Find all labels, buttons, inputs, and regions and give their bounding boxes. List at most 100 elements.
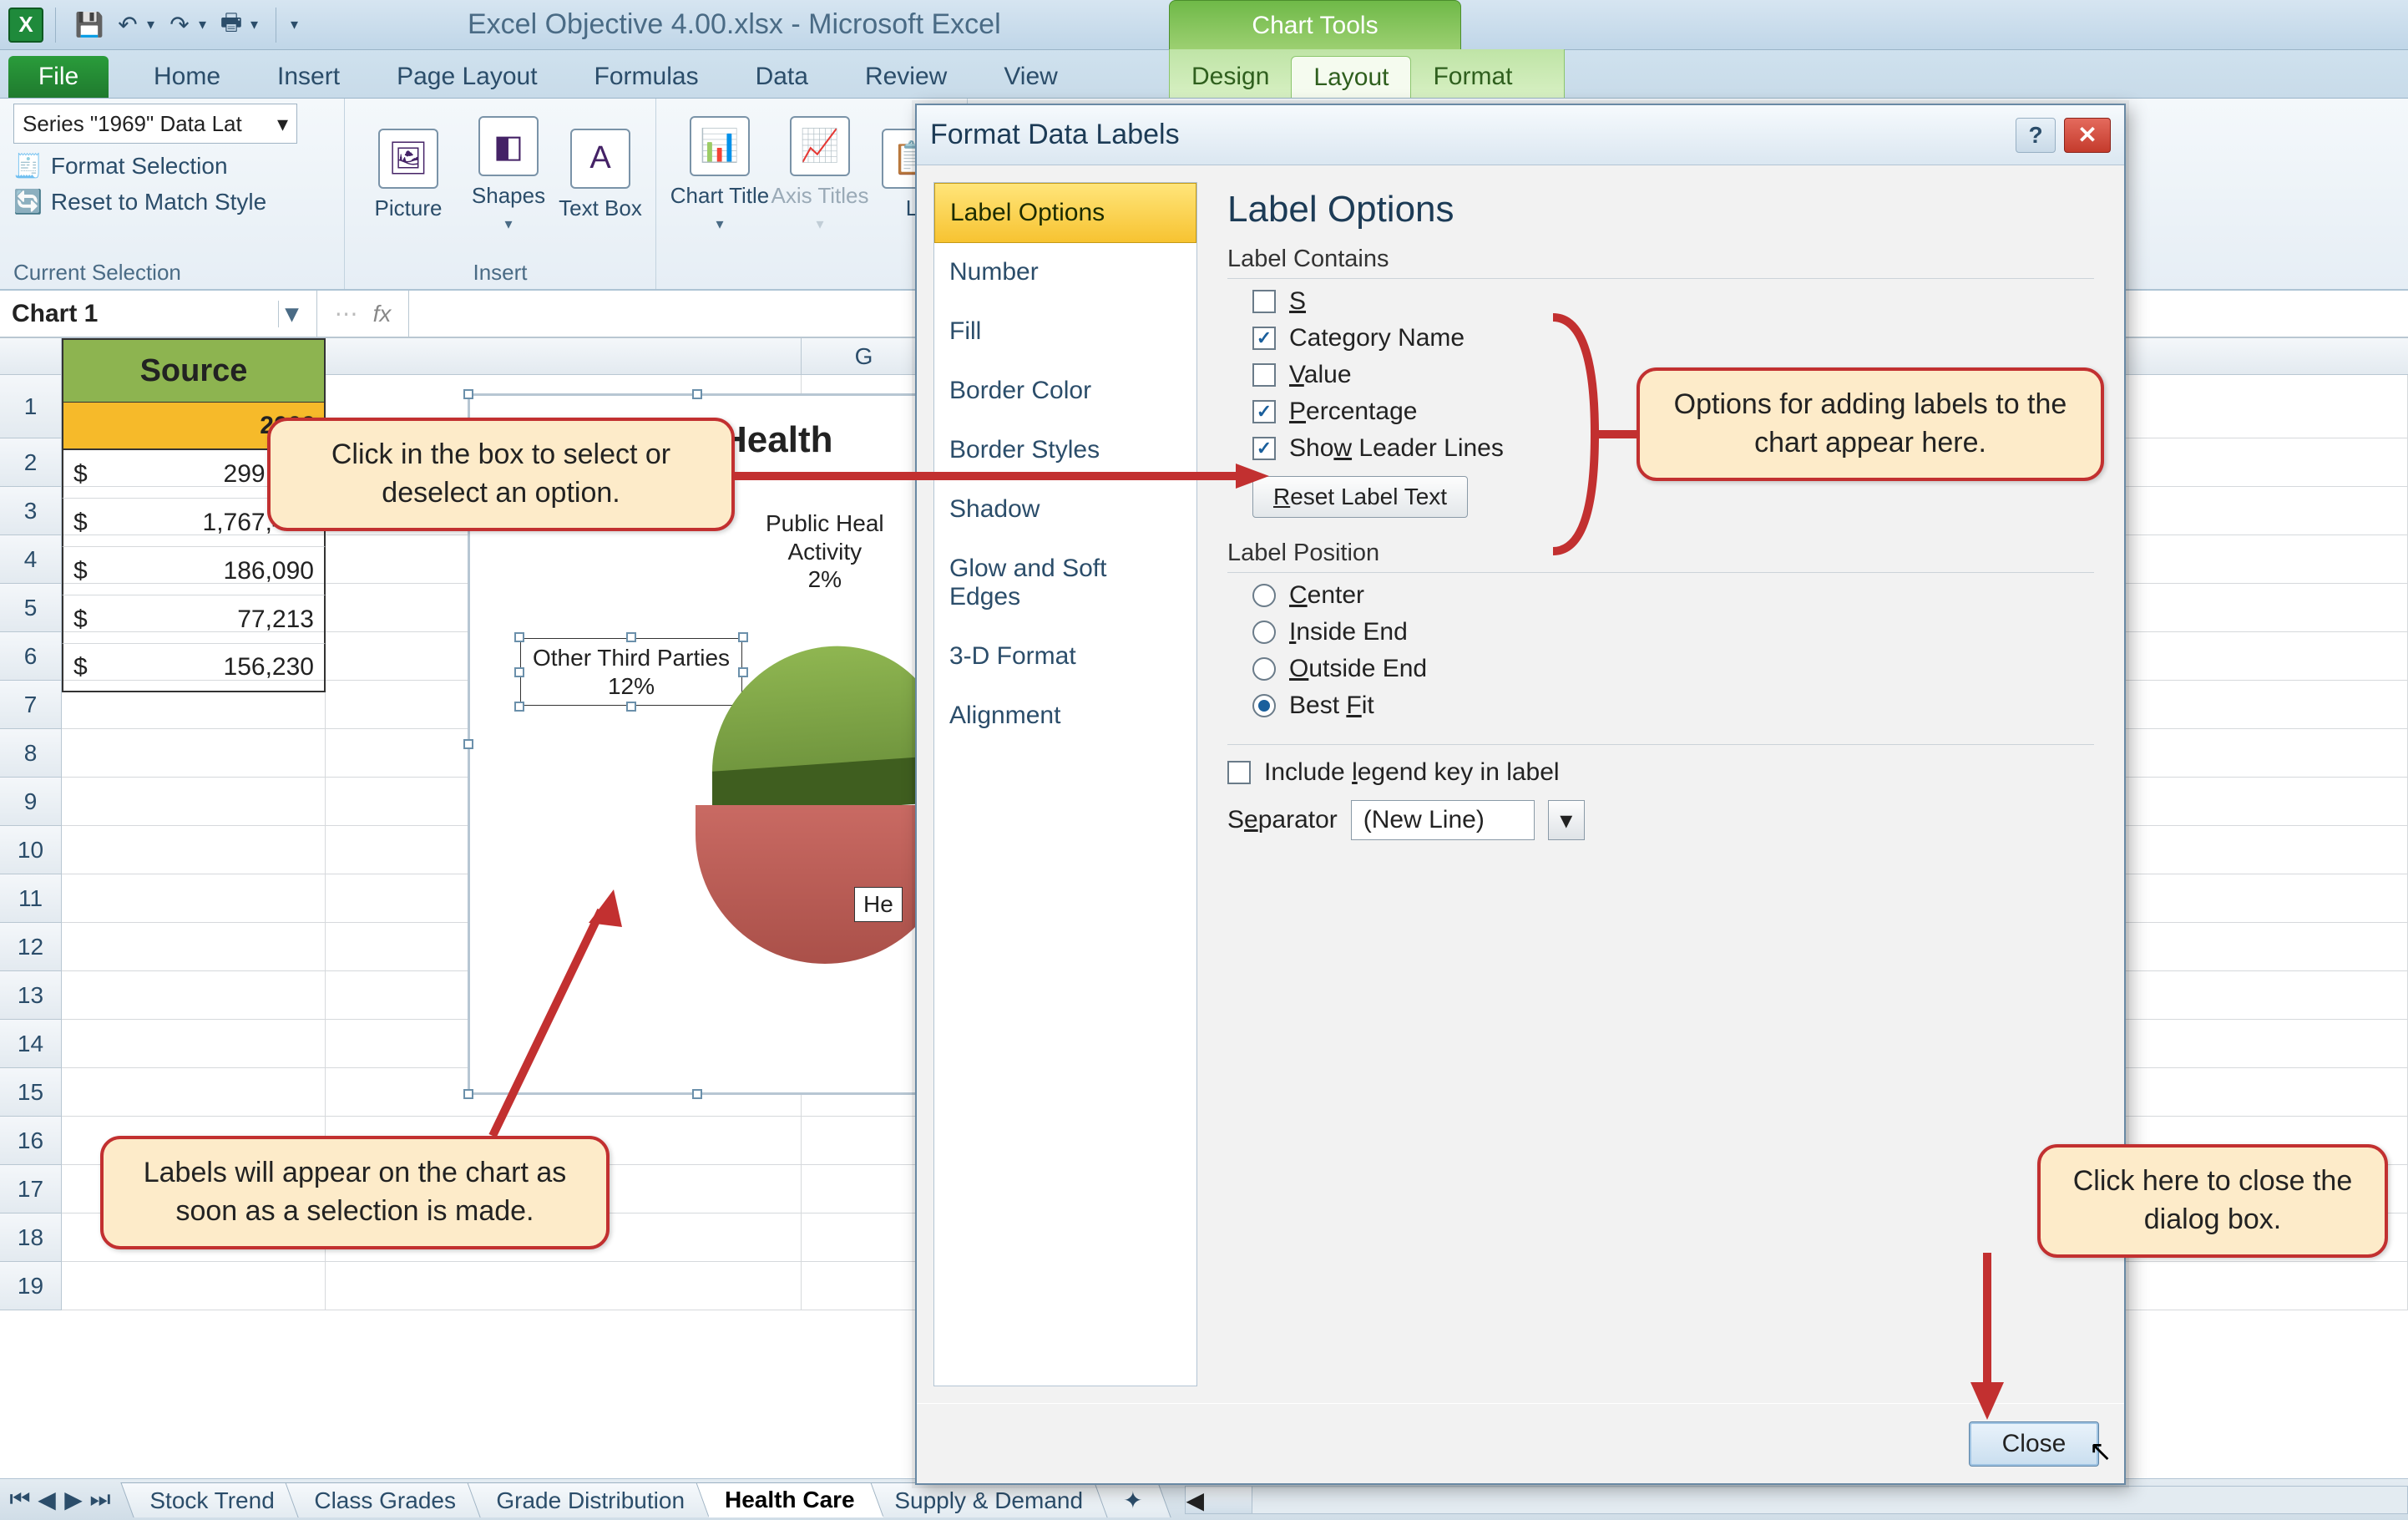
cell[interactable]	[62, 826, 326, 874]
separator-select[interactable]: (New Line)	[1351, 800, 1535, 840]
row-header[interactable]: 13	[0, 971, 62, 1020]
data-label-public-health[interactable]: Public Heal Activity 2%	[754, 504, 896, 599]
cb-show-leader-lines[interactable]	[1252, 437, 1276, 460]
close-button[interactable]: Close	[1969, 1421, 2099, 1467]
name-box[interactable]: Chart 1 ▾	[0, 291, 317, 337]
sheet-tab[interactable]: Supply & Demand	[866, 1482, 1112, 1517]
cell[interactable]	[62, 971, 326, 1020]
prev-sheet-icon[interactable]: ◀	[35, 1488, 58, 1512]
cell[interactable]	[62, 874, 326, 923]
data-label-he[interactable]: He	[854, 887, 903, 922]
row-header[interactable]: 10	[0, 826, 62, 874]
cell[interactable]	[62, 1020, 326, 1068]
cell[interactable]	[62, 1262, 326, 1310]
select-all-corner[interactable]	[0, 338, 62, 374]
dialog-nav-item[interactable]: 3-D Format	[934, 627, 1196, 687]
dialog-nav-item[interactable]: Fill	[934, 302, 1196, 362]
cb-series-name[interactable]	[1252, 290, 1276, 313]
sheet-tab[interactable]: Stock Trend	[120, 1482, 303, 1517]
undo-dropdown-icon[interactable]: ▾	[147, 16, 160, 33]
reset-label-text-button[interactable]: Reset Label Text	[1252, 476, 1468, 518]
print-icon[interactable]: 🖶	[215, 9, 247, 41]
dialog-nav-item[interactable]: Number	[934, 243, 1196, 302]
textbox-button[interactable]: A Text Box	[559, 104, 642, 246]
row-header[interactable]: 9	[0, 778, 62, 826]
cell[interactable]	[62, 1068, 326, 1117]
cb-include-legend-key[interactable]	[1227, 761, 1251, 784]
tab-page-layout[interactable]: Page Layout	[368, 56, 565, 98]
row-header[interactable]: 6	[0, 632, 62, 681]
sheet-tab[interactable]: Class Grades	[286, 1482, 485, 1517]
last-sheet-icon[interactable]: ⏭	[89, 1488, 112, 1512]
row-header[interactable]: 4	[0, 535, 62, 584]
tab-review[interactable]: Review	[837, 56, 975, 98]
dialog-nav-item[interactable]: Glow and Soft Edges	[934, 540, 1196, 627]
row-header[interactable]: 17	[0, 1165, 62, 1213]
dialog-nav-item[interactable]: Border Color	[934, 362, 1196, 421]
cell[interactable]	[62, 729, 326, 778]
reset-match-style-button[interactable]: 🔄 Reset to Match Style	[13, 188, 266, 215]
rb-outside-end[interactable]	[1252, 657, 1276, 681]
dialog-nav-item[interactable]: Alignment	[934, 687, 1196, 746]
chart-title[interactable]: Health	[721, 419, 832, 461]
row-header[interactable]: 14	[0, 1020, 62, 1068]
help-button[interactable]: ?	[2016, 118, 2056, 153]
row-header[interactable]: 16	[0, 1117, 62, 1165]
chart-element-selector[interactable]: Series "1969" Data Lat ▾	[13, 104, 297, 144]
chart-title-button[interactable]: 📊 Chart Title▾	[670, 104, 770, 246]
dialog-nav-item[interactable]: Shadow	[934, 480, 1196, 540]
tab-design[interactable]: Design	[1170, 56, 1291, 98]
row-header[interactable]: 19	[0, 1262, 62, 1310]
row-header[interactable]: 11	[0, 874, 62, 923]
horizontal-scrollbar[interactable]: ◀	[1185, 1486, 2408, 1514]
tab-format[interactable]: Format	[1411, 56, 1534, 98]
sheet-tab[interactable]: Health Care	[696, 1482, 883, 1517]
col-header-g[interactable]: G	[802, 338, 927, 374]
cell-money[interactable]: $186,090	[62, 547, 326, 595]
col-header-blank[interactable]	[326, 338, 802, 374]
cell[interactable]	[326, 1262, 802, 1310]
qat-customize-icon[interactable]: ▾	[291, 16, 304, 33]
cell[interactable]	[802, 1262, 927, 1310]
tab-file[interactable]: File	[8, 56, 109, 98]
row-header[interactable]: 12	[0, 923, 62, 971]
data-label-other-third-parties[interactable]: Other Third Parties 12%	[520, 638, 742, 706]
tab-layout[interactable]: Layout	[1291, 56, 1411, 98]
cell[interactable]	[62, 923, 326, 971]
fx-label[interactable]: fx	[373, 301, 392, 327]
cell[interactable]	[802, 1117, 927, 1165]
axis-titles-button[interactable]: 📈 Axis Titles▾	[770, 104, 870, 246]
cell[interactable]	[802, 1165, 927, 1213]
row-header[interactable]: 3	[0, 487, 62, 535]
sheet-tab[interactable]: Grade Distribution	[467, 1482, 713, 1517]
separator-dropdown-icon[interactable]: ▾	[1548, 800, 1585, 840]
name-box-dropdown-icon[interactable]: ▾	[278, 301, 305, 327]
cb-percentage[interactable]	[1252, 400, 1276, 423]
shapes-button[interactable]: ◧ Shapes▾	[458, 104, 559, 246]
row-header[interactable]: 5	[0, 584, 62, 632]
row-header[interactable]: 7	[0, 681, 62, 729]
next-sheet-icon[interactable]: ▶	[62, 1488, 85, 1512]
rb-inside-end[interactable]	[1252, 621, 1276, 644]
cell[interactable]	[62, 778, 326, 826]
redo-dropdown-icon[interactable]: ▾	[199, 16, 212, 33]
first-sheet-icon[interactable]: ⏮	[8, 1488, 32, 1512]
print-dropdown-icon[interactable]: ▾	[250, 16, 264, 33]
tab-data[interactable]: Data	[727, 56, 837, 98]
cell[interactable]	[802, 1213, 927, 1262]
rb-best-fit[interactable]	[1252, 694, 1276, 717]
format-selection-button[interactable]: 🧾 Format Selection	[13, 152, 228, 180]
dialog-nav-item[interactable]: Border Styles	[934, 421, 1196, 480]
rb-center[interactable]	[1252, 584, 1276, 607]
cb-category-name[interactable]	[1252, 327, 1276, 350]
row-header[interactable]: 1	[0, 375, 62, 438]
redo-icon[interactable]: ↷	[164, 9, 195, 41]
tab-home[interactable]: Home	[125, 56, 249, 98]
undo-icon[interactable]: ↶	[112, 9, 144, 41]
cell-money[interactable]: $77,213	[62, 595, 326, 644]
dialog-nav-item[interactable]: Label Options	[934, 183, 1196, 243]
row-header[interactable]: 15	[0, 1068, 62, 1117]
tab-insert[interactable]: Insert	[249, 56, 368, 98]
fx-ellipsis-icon[interactable]: ⋯	[335, 300, 358, 327]
row-header[interactable]: 18	[0, 1213, 62, 1262]
